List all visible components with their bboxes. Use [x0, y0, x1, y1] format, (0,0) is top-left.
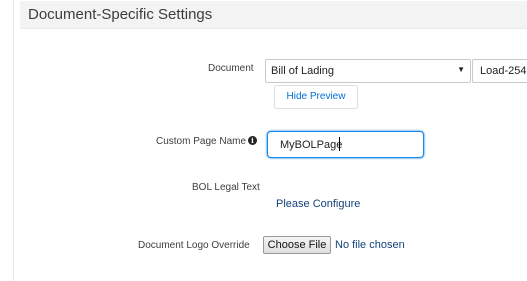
logo-override-label: Document Logo Override [138, 240, 250, 251]
section-header: Document-Specific Settings [20, 1, 527, 29]
custom-page-name-label: Custom Page Name [156, 136, 247, 147]
settings-page: Document-Specific Settings Document Bill… [0, 0, 527, 281]
bol-legal-text-label: BOL Legal Text [192, 182, 260, 193]
document-label: Document [208, 63, 254, 74]
choose-file-button[interactable]: Choose File [263, 236, 331, 254]
left-divider [13, 0, 14, 281]
hide-preview-button[interactable]: Hide Preview [274, 85, 358, 109]
custom-page-name-input[interactable]: MyBOLPage [267, 131, 424, 158]
text-caret [339, 137, 340, 151]
please-configure-link[interactable]: Please Configure [276, 198, 360, 210]
document-select-value: Bill of Lading [271, 65, 334, 77]
section-title: Document-Specific Settings [28, 6, 213, 23]
document-select[interactable]: Bill of Lading ▼ [265, 59, 471, 83]
chevron-down-icon: ▼ [457, 65, 465, 74]
info-icon[interactable]: i [248, 136, 257, 145]
file-status-text: No file chosen [335, 239, 405, 251]
document-record-select[interactable]: Load-254 [472, 59, 527, 83]
document-record-value: Load-254 [480, 65, 527, 77]
custom-page-name-value: MyBOLPage [280, 139, 343, 151]
